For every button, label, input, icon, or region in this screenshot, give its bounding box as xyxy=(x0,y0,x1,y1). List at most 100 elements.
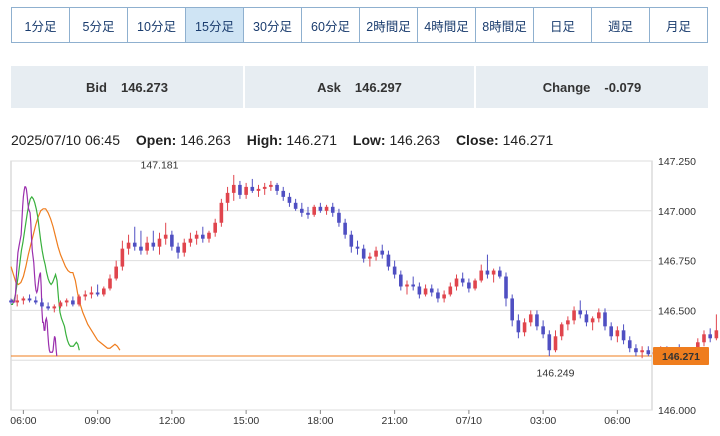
x-tick-label: 18:00 xyxy=(307,415,333,427)
tab-0[interactable]: 1分足 xyxy=(12,8,70,42)
candle-body xyxy=(374,250,378,257)
candle-body xyxy=(126,242,131,249)
candle-body xyxy=(300,208,304,213)
min-price-annotation: 146.249 xyxy=(537,367,575,379)
candle-body xyxy=(535,314,539,327)
change-panel: Change -0.079 xyxy=(476,66,708,108)
candle-body xyxy=(411,284,415,287)
candle-body xyxy=(108,278,112,289)
candle-body xyxy=(163,234,168,239)
candle-body xyxy=(399,274,403,287)
candle-body xyxy=(423,288,428,295)
candle-body xyxy=(609,326,613,337)
candle-body xyxy=(114,266,118,279)
bid-value: 146.273 xyxy=(120,79,168,95)
candle-body xyxy=(64,300,69,303)
candle-body xyxy=(442,294,446,299)
candle-body xyxy=(559,324,564,337)
y-tick-label: 146.750 xyxy=(658,256,696,268)
candle-body xyxy=(312,206,316,215)
candle-body xyxy=(368,256,372,259)
x-tick-label: 06:00 xyxy=(604,415,630,427)
tab-10[interactable]: 週足 xyxy=(592,8,650,42)
ohlc-datetime: 2025/07/10 06:45 xyxy=(11,132,120,148)
candle-body xyxy=(528,314,533,323)
candle-body xyxy=(603,312,607,327)
price-chart[interactable]: 147.250147.000146.750146.500146.250146.0… xyxy=(0,150,720,436)
candle-body xyxy=(627,340,632,349)
max-price-annotation: 147.181 xyxy=(141,160,179,172)
candle-body xyxy=(510,298,514,321)
candle-body xyxy=(219,202,224,223)
tab-5[interactable]: 60分足 xyxy=(302,8,360,42)
candle-body xyxy=(429,288,434,293)
candle-body xyxy=(188,238,193,243)
tab-9[interactable]: 日足 xyxy=(534,8,592,42)
candle-body xyxy=(176,246,180,253)
candle-body xyxy=(392,266,397,275)
candle-body xyxy=(231,184,236,193)
ask-label: Ask xyxy=(317,79,341,95)
candle-body xyxy=(553,336,558,351)
candle-body xyxy=(256,188,261,191)
tab-1[interactable]: 5分足 xyxy=(70,8,128,42)
candle-body xyxy=(194,234,199,239)
candle-body xyxy=(71,300,75,305)
candle-body xyxy=(361,248,366,259)
candle-body xyxy=(293,202,298,209)
candle-body xyxy=(566,320,570,325)
candle-body xyxy=(330,206,335,213)
tab-2[interactable]: 10分足 xyxy=(128,8,186,42)
candle-body xyxy=(95,292,100,295)
change-label: Change xyxy=(542,79,591,95)
tab-8[interactable]: 8時間足 xyxy=(476,8,534,42)
candle-body xyxy=(244,186,248,195)
tab-3[interactable]: 15分足 xyxy=(186,8,244,42)
candle-body xyxy=(225,192,230,203)
candle-body xyxy=(578,310,583,315)
candle-body xyxy=(269,184,273,187)
tab-4[interactable]: 30分足 xyxy=(244,8,302,42)
candle-body xyxy=(386,254,391,267)
tab-7[interactable]: 4時間足 xyxy=(418,8,476,42)
candle-body xyxy=(21,298,26,301)
candle-body xyxy=(102,288,106,295)
ask-panel: Ask 146.297 xyxy=(245,66,474,108)
high-value: 146.271 xyxy=(286,132,337,148)
candle-body xyxy=(584,314,589,323)
candle-body xyxy=(405,284,409,287)
candle-body xyxy=(46,306,50,309)
current-price-label: 146.271 xyxy=(662,351,700,363)
y-tick-label: 146.500 xyxy=(658,305,696,317)
candle-body xyxy=(182,242,187,253)
candle-body xyxy=(572,310,576,321)
candle-body xyxy=(380,250,385,255)
candle-body xyxy=(355,246,360,249)
candle-body xyxy=(250,186,255,191)
ask-value: 146.297 xyxy=(354,79,402,95)
candle-body xyxy=(306,212,310,215)
candle-body xyxy=(454,278,459,287)
candle-body xyxy=(479,270,484,281)
candle-body xyxy=(417,286,422,295)
candle-body xyxy=(281,190,286,197)
tab-6[interactable]: 2時間足 xyxy=(360,8,418,42)
candle-body xyxy=(262,186,267,189)
candle-body xyxy=(708,334,712,339)
candle-body xyxy=(504,276,508,299)
x-tick-label: 12:00 xyxy=(159,415,185,427)
tab-11[interactable]: 月足 xyxy=(650,8,707,42)
candle-body xyxy=(436,292,440,299)
candle-body xyxy=(473,280,477,289)
candle-body xyxy=(324,206,329,211)
x-tick-label: 03:00 xyxy=(530,415,556,427)
candle-body xyxy=(318,206,323,211)
candle-body xyxy=(275,184,279,191)
x-tick-label: 06:00 xyxy=(10,415,36,427)
y-tick-label: 146.000 xyxy=(658,405,696,417)
timeframe-tabs: 1分足 5分足 10分足 15分足 30分足 60分足 2時間足 4時間足 8時間足 日足 週足 月足 xyxy=(11,7,708,43)
candle-body xyxy=(498,270,502,277)
candle-body xyxy=(170,234,174,247)
candle-body xyxy=(349,234,354,247)
candle-body xyxy=(27,298,32,301)
